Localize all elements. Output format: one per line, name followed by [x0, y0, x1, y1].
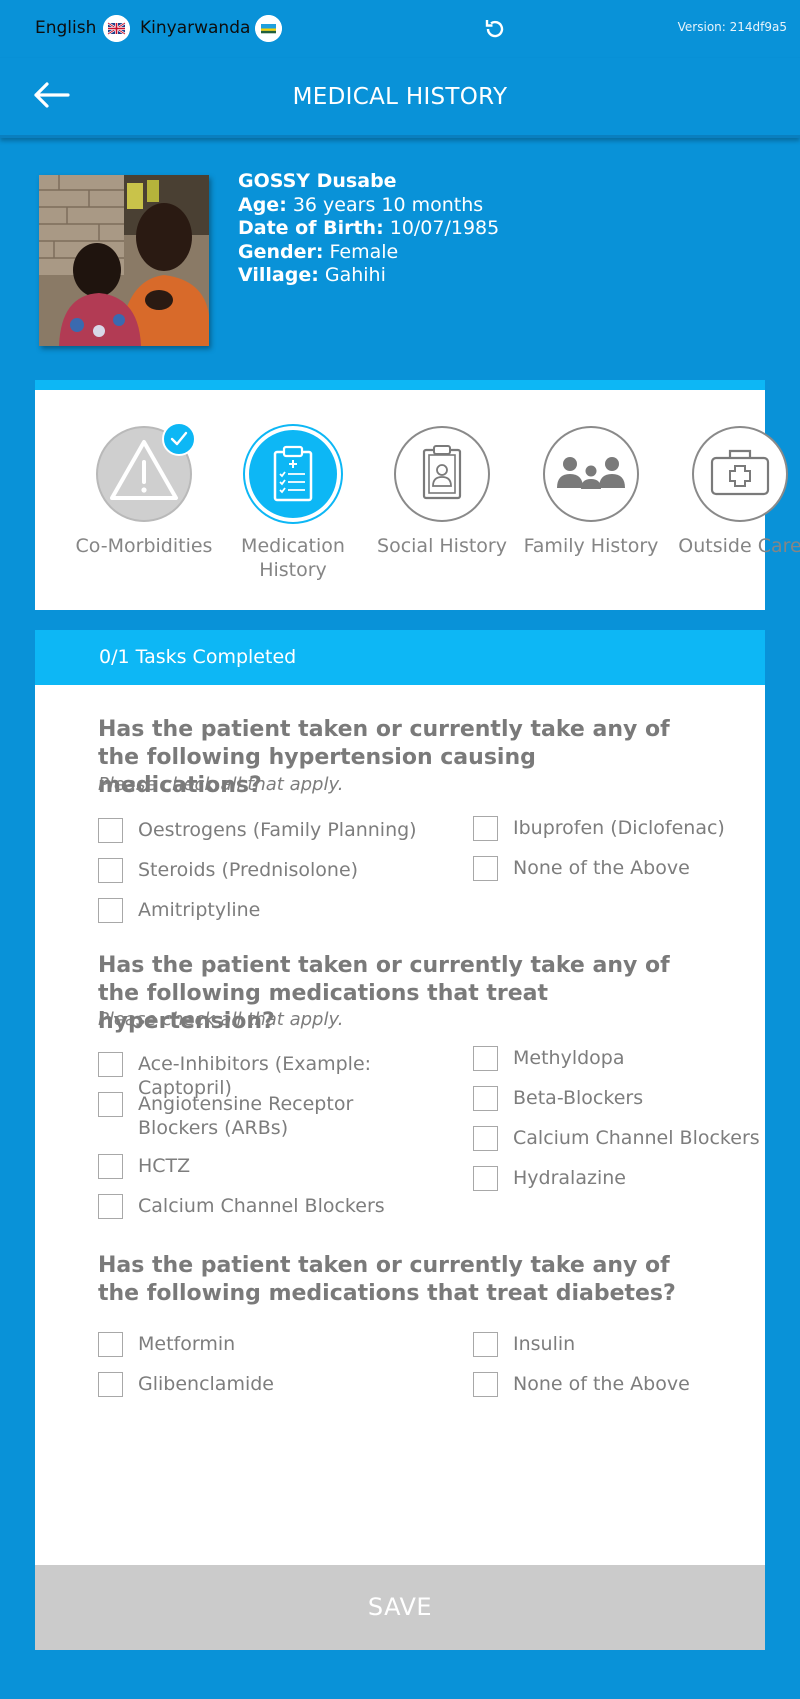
checkbox[interactable]: [473, 1166, 498, 1191]
medication-form: 0/1 Tasks Completed Has the patient take…: [35, 630, 765, 1650]
checkbox[interactable]: [473, 1126, 498, 1151]
checkbox[interactable]: [98, 1092, 123, 1117]
checkbox[interactable]: [473, 816, 498, 841]
tab-label: Social History: [377, 535, 507, 557]
uk-flag-icon[interactable]: [103, 15, 130, 42]
tab-medication-history[interactable]: Medication History: [218, 426, 368, 582]
tab-social-history[interactable]: Social History: [367, 426, 517, 558]
refresh-icon[interactable]: [482, 16, 508, 42]
patient-gender: Gender: Female: [238, 240, 399, 263]
patient-name: GOSSY Dusabe: [238, 170, 397, 192]
question-diabetes-treatment: Has the patient taken or currently take …: [98, 1253, 676, 1306]
page-title: MEDICAL HISTORY: [292, 84, 508, 110]
checkbox[interactable]: [98, 1194, 123, 1219]
rwanda-flag-icon[interactable]: [255, 15, 282, 42]
language-kinyarwanda[interactable]: Kinyarwanda: [140, 18, 250, 38]
tab-label: Family History: [523, 535, 659, 557]
tab-outside-care[interactable]: Outside Care: [665, 426, 800, 558]
tab-label: Outside Care: [678, 535, 800, 557]
question-hint: Please check all that apply.: [98, 774, 344, 795]
checkbox[interactable]: [473, 1372, 498, 1397]
question-hint: Please check all that apply.: [98, 1009, 344, 1030]
checkbox[interactable]: [473, 1332, 498, 1357]
tab-label: Medication History: [241, 535, 345, 581]
checkbox[interactable]: [473, 1046, 498, 1071]
checkbox[interactable]: [98, 858, 123, 883]
language-english[interactable]: English: [35, 18, 96, 38]
version-label: Version: 214df9a5: [677, 20, 787, 34]
tab-label: Co-Morbidities: [75, 535, 213, 557]
checkbox[interactable]: [98, 1052, 123, 1077]
checkbox[interactable]: [473, 1086, 498, 1111]
checkbox[interactable]: [98, 898, 123, 923]
patient-dob: Date of Birth: 10/07/1985: [238, 217, 500, 239]
completed-check-icon: [162, 422, 196, 456]
checkbox[interactable]: [98, 818, 123, 843]
tab-co-morbidities[interactable]: Co-Morbidities: [69, 422, 219, 558]
patient-info: GOSSY Dusabe Age: 36 years 10 months Dat…: [238, 170, 499, 288]
tasks-progress: 0/1 Tasks Completed: [35, 630, 765, 685]
checkbox[interactable]: [98, 1332, 123, 1357]
patient-village: Village: Gahihi: [238, 264, 386, 286]
patient-age: Age: 36 years 10 months: [238, 193, 484, 216]
history-tabs: Co-Morbidities Medication History Social…: [35, 380, 800, 610]
patient-photo: [39, 175, 209, 346]
checkbox[interactable]: [98, 1372, 123, 1397]
checkbox[interactable]: [473, 856, 498, 881]
checkbox[interactable]: [98, 1154, 123, 1179]
language-bar: English Kinyarwanda Version: 214df9a5: [0, 0, 800, 58]
tab-family-history[interactable]: Family History: [516, 426, 666, 558]
save-button[interactable]: SAVE: [35, 1565, 765, 1650]
app-header: MEDICAL HISTORY: [0, 58, 800, 138]
